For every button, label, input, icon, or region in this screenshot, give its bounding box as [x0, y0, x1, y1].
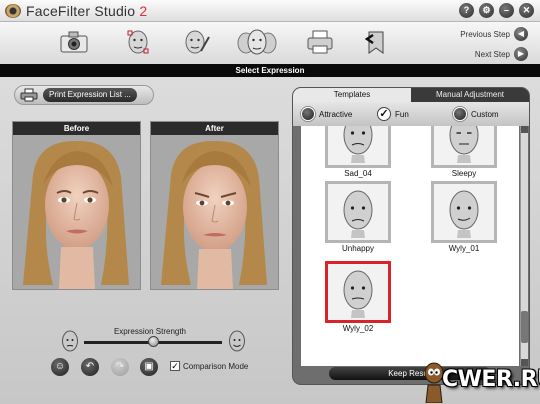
app-logo-icon — [5, 4, 21, 18]
template-thumbnail-selected — [325, 261, 391, 323]
face-select-icon[interactable] — [120, 25, 156, 59]
template-label: Sad_04 — [344, 169, 372, 178]
template-sleepy[interactable]: Sleepy — [431, 126, 497, 178]
smile-face-icon[interactable]: ☺ — [51, 358, 69, 376]
minimize-icon[interactable]: – — [499, 3, 514, 18]
after-label: After — [151, 122, 278, 135]
print-expression-list-button[interactable]: Print Expression List ... — [14, 85, 154, 105]
settings-icon[interactable]: ⚙ — [479, 3, 494, 18]
comparison-mode-toggle[interactable]: ✓ Comparison Mode — [170, 361, 248, 371]
template-label: Sleepy — [451, 169, 477, 178]
category-fun-label: Fun — [395, 109, 409, 119]
expression-strength-handle[interactable] — [147, 336, 159, 347]
radio-icon — [453, 107, 467, 121]
tab-manual-adjustment[interactable]: Manual Adjustment — [411, 88, 529, 102]
template-wyly-01[interactable]: Wyly_01 — [431, 181, 497, 253]
comparison-mode-label: Comparison Mode — [183, 361, 249, 371]
watermark-logo: CWER.RU — [420, 359, 540, 403]
template-thumbnail — [431, 181, 497, 243]
before-label: Before — [13, 122, 140, 135]
template-label: Unhappy — [341, 244, 375, 253]
template-thumbnail — [325, 126, 391, 168]
toolbar: Previous Step ◀ Next Step ▶ — [0, 22, 540, 64]
watermark-text: CWER.RU — [442, 367, 540, 392]
tab-templates[interactable]: Templates — [293, 88, 411, 102]
before-panel: Before — [12, 121, 141, 290]
category-custom-label: Custom — [471, 109, 499, 119]
app-name: FaceFilter Studio — [26, 3, 136, 19]
template-label: Wyly_02 — [342, 324, 374, 333]
template-unhappy[interactable]: Unhappy — [325, 181, 391, 253]
next-step-label: Next Step — [474, 49, 510, 59]
title-bar: FaceFilter Studio 2 ? ⚙ – ✕ — [0, 0, 540, 22]
before-photo — [13, 135, 140, 289]
category-custom[interactable]: Custom — [453, 107, 499, 121]
undo-icon[interactable]: ↶ — [81, 358, 99, 376]
category-fun[interactable]: ✓ Fun — [377, 107, 409, 121]
template-wyly-02[interactable]: Wyly_02 — [325, 261, 391, 333]
window-controls: ? ⚙ – ✕ — [459, 3, 534, 18]
camera-icon[interactable] — [56, 25, 92, 59]
template-scrollbar[interactable] — [520, 126, 528, 366]
close-icon[interactable]: ✕ — [519, 3, 534, 18]
templates-tabs: Templates Manual Adjustment — [293, 88, 529, 102]
save-export-icon[interactable] — [358, 25, 394, 59]
template-thumbnail — [431, 126, 497, 168]
face-adjust-icon[interactable] — [178, 25, 214, 59]
radio-icon — [301, 107, 315, 121]
previous-step-label: Previous Step — [460, 29, 510, 39]
previous-step-button[interactable]: Previous Step ◀ — [460, 27, 528, 41]
template-thumbnail — [325, 181, 391, 243]
printer-small-icon — [15, 85, 43, 105]
scroll-up-icon[interactable] — [521, 126, 528, 133]
templates-panel: Templates Manual Adjustment Attractive ✓… — [292, 87, 530, 385]
main-area: Print Expression List ... Before After E… — [0, 77, 540, 404]
print-expression-list-label: Print Expression List ... — [43, 88, 137, 102]
category-attractive[interactable]: Attractive — [301, 107, 352, 121]
category-selector: Attractive ✓ Fun Custom — [293, 102, 529, 126]
help-icon[interactable]: ? — [459, 3, 474, 18]
expression-strength-label: Expression Strength — [113, 327, 187, 336]
page-title: Select Expression — [0, 64, 540, 77]
app-title: FaceFilter Studio 2 — [26, 3, 147, 19]
scrollbar-thumb[interactable] — [521, 311, 528, 343]
strength-min-face-icon — [60, 329, 80, 355]
arrow-right-icon: ▶ — [514, 47, 528, 61]
printer-icon[interactable] — [302, 25, 338, 59]
redo-icon[interactable]: ↷ — [111, 358, 129, 376]
after-panel: After — [150, 121, 279, 290]
check-icon: ✓ — [377, 107, 391, 121]
save-icon[interactable]: ▣ — [140, 358, 158, 376]
template-sad-04[interactable]: Sad_04 — [325, 126, 391, 178]
arrow-left-icon: ◀ — [514, 27, 528, 41]
after-photo — [151, 135, 278, 289]
expressions-icon[interactable] — [234, 25, 280, 59]
category-attractive-label: Attractive — [319, 109, 353, 119]
next-step-button[interactable]: Next Step ▶ — [475, 47, 528, 61]
comparison-mode-checkbox[interactable]: ✓ — [170, 361, 180, 371]
app-version: 2 — [139, 3, 148, 19]
template-label: Wyly_01 — [448, 244, 480, 253]
template-grid: Sad_04 Sleepy Unhappy Wyly_01 Wyly_02 — [301, 126, 519, 366]
strength-max-face-icon — [227, 329, 247, 355]
